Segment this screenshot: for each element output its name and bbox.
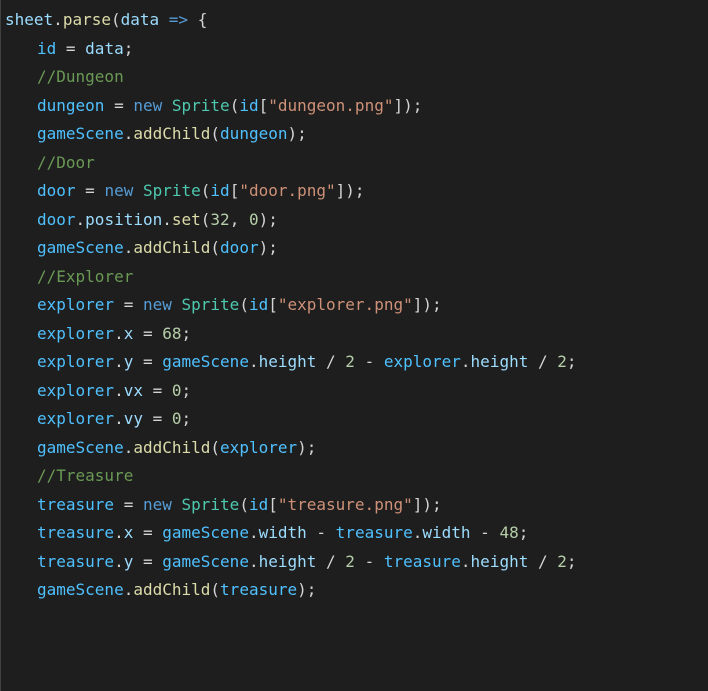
code-line: treasure.y = gameScene.height / 2 - trea… bbox=[5, 548, 704, 577]
code-line: explorer.vy = 0; bbox=[5, 405, 704, 434]
code-line: door = new Sprite(id["door.png"]); bbox=[5, 177, 704, 206]
comment: //Explorer bbox=[37, 267, 133, 286]
code-line: //Treasure bbox=[5, 462, 704, 491]
comment: //Door bbox=[37, 153, 95, 172]
comment: //Treasure bbox=[37, 466, 133, 485]
code-line: gameScene.addChild(explorer); bbox=[5, 434, 704, 463]
fn: parse bbox=[63, 10, 111, 29]
code-line: treasure.x = gameScene.width - treasure.… bbox=[5, 519, 704, 548]
code-line: gameScene.addChild(dungeon); bbox=[5, 120, 704, 149]
code-line: id = data; bbox=[5, 35, 704, 64]
code-line: door.position.set(32, 0); bbox=[5, 206, 704, 235]
code-line: sheet.parse(data => { bbox=[5, 6, 704, 35]
code-editor[interactable]: sheet.parse(data => {id = data; //Dungeon… bbox=[0, 0, 708, 691]
code-line: //Door bbox=[5, 149, 704, 178]
ident: sheet bbox=[5, 10, 53, 29]
code-line: explorer.vx = 0; bbox=[5, 377, 704, 406]
code-line: gameScene.addChild(door); bbox=[5, 234, 704, 263]
comment: //Dungeon bbox=[37, 67, 124, 86]
code-line: explorer = new Sprite(id["explorer.png"]… bbox=[5, 291, 704, 320]
code-line: explorer.y = gameScene.height / 2 - expl… bbox=[5, 348, 704, 377]
code-line: explorer.x = 68; bbox=[5, 320, 704, 349]
code-line: treasure = new Sprite(id["treasure.png"]… bbox=[5, 491, 704, 520]
code-line: //Explorer bbox=[5, 263, 704, 292]
code-line: dungeon = new Sprite(id["dungeon.png"]); bbox=[5, 92, 704, 121]
code-line: //Dungeon bbox=[5, 63, 704, 92]
code-line: gameScene.addChild(treasure); bbox=[5, 576, 704, 605]
